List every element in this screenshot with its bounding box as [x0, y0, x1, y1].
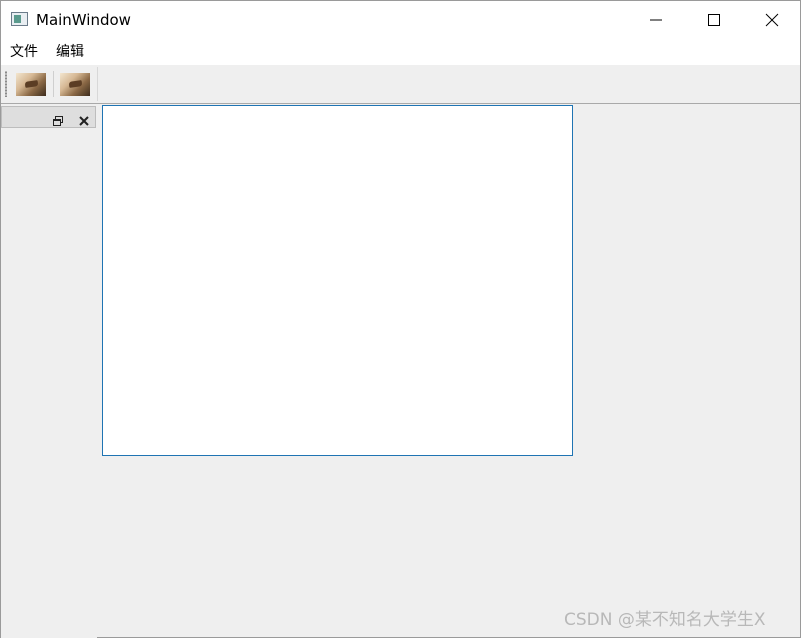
menu-edit[interactable]: 编辑	[56, 43, 84, 61]
toolbar-grip-handle[interactable]	[5, 71, 7, 97]
toolbar-end-separator	[97, 67, 98, 101]
image-icon	[16, 73, 46, 96]
minimize-icon	[650, 19, 662, 21]
toolbar-separator	[53, 71, 54, 97]
close-icon	[765, 13, 779, 27]
app-icon	[11, 12, 28, 26]
minimize-button[interactable]	[627, 1, 685, 38]
menu-bar: 文件 编辑	[1, 38, 800, 65]
toolbar	[1, 65, 800, 104]
menu-file[interactable]: 文件	[10, 43, 38, 61]
close-icon	[79, 116, 89, 126]
dock-float-button[interactable]	[52, 112, 64, 126]
dock-close-button[interactable]	[78, 112, 90, 126]
main-window: MainWindow 文件 编辑 CSDN @某不知名大学生X	[0, 0, 801, 638]
dock-widget	[1, 104, 97, 638]
toolbar-button-1[interactable]	[14, 71, 48, 99]
central-widget[interactable]	[102, 105, 573, 456]
maximize-icon	[708, 14, 720, 26]
toolbar-button-2[interactable]	[58, 71, 92, 99]
float-icon	[53, 116, 63, 126]
watermark-text: CSDN @某不知名大学生X	[564, 610, 766, 630]
window-title: MainWindow	[36, 11, 131, 29]
close-window-button[interactable]	[743, 1, 801, 38]
dock-title-bar[interactable]	[1, 106, 96, 128]
image-icon	[60, 73, 90, 96]
title-bar[interactable]: MainWindow	[1, 1, 800, 38]
maximize-button[interactable]	[685, 1, 743, 38]
